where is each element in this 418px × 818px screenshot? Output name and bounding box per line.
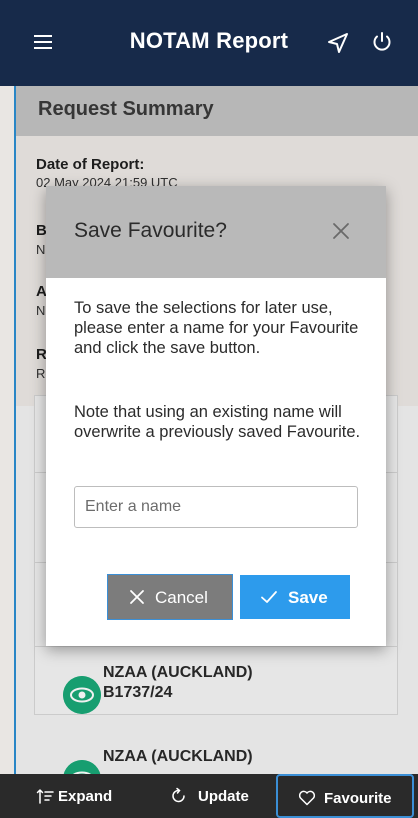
favourite-label: Favourite bbox=[324, 790, 392, 807]
update-label: Update bbox=[198, 788, 249, 805]
expand-label: Expand bbox=[58, 788, 113, 805]
close-icon[interactable] bbox=[332, 222, 350, 240]
cancel-label: Cancel bbox=[155, 588, 208, 607]
favourite-name-input[interactable] bbox=[74, 486, 358, 528]
save-favourite-dialog: Save Favourite? To save the selections f… bbox=[46, 186, 386, 646]
app-header: NOTAM Report bbox=[0, 0, 418, 86]
heart-icon bbox=[298, 790, 316, 806]
power-icon[interactable] bbox=[370, 30, 394, 54]
favourite-button[interactable]: Favourite bbox=[276, 774, 414, 818]
expand-button[interactable]: Expand bbox=[22, 774, 132, 818]
page-title: NOTAM Report bbox=[129, 28, 289, 53]
save-label: Save bbox=[288, 588, 328, 607]
update-button[interactable]: Update bbox=[160, 774, 272, 818]
cancel-button[interactable]: Cancel bbox=[108, 575, 232, 619]
refresh-icon bbox=[172, 787, 185, 803]
dialog-header: Save Favourite? bbox=[46, 186, 386, 278]
expand-sort-icon bbox=[36, 788, 54, 804]
dialog-title: Save Favourite? bbox=[74, 219, 227, 242]
bottom-toolbar: Expand Update Favourite bbox=[0, 774, 418, 818]
save-button[interactable]: Save bbox=[240, 575, 350, 619]
app-screen: NOTAM Report Request Summary Date of Rep… bbox=[0, 0, 418, 818]
check-icon bbox=[261, 591, 277, 603]
close-icon bbox=[130, 590, 144, 604]
dialog-warning: Note that using an existing name will ov… bbox=[74, 403, 361, 441]
dialog-instructions: To save the selections for later use, pl… bbox=[74, 299, 359, 357]
send-icon[interactable] bbox=[326, 31, 350, 55]
